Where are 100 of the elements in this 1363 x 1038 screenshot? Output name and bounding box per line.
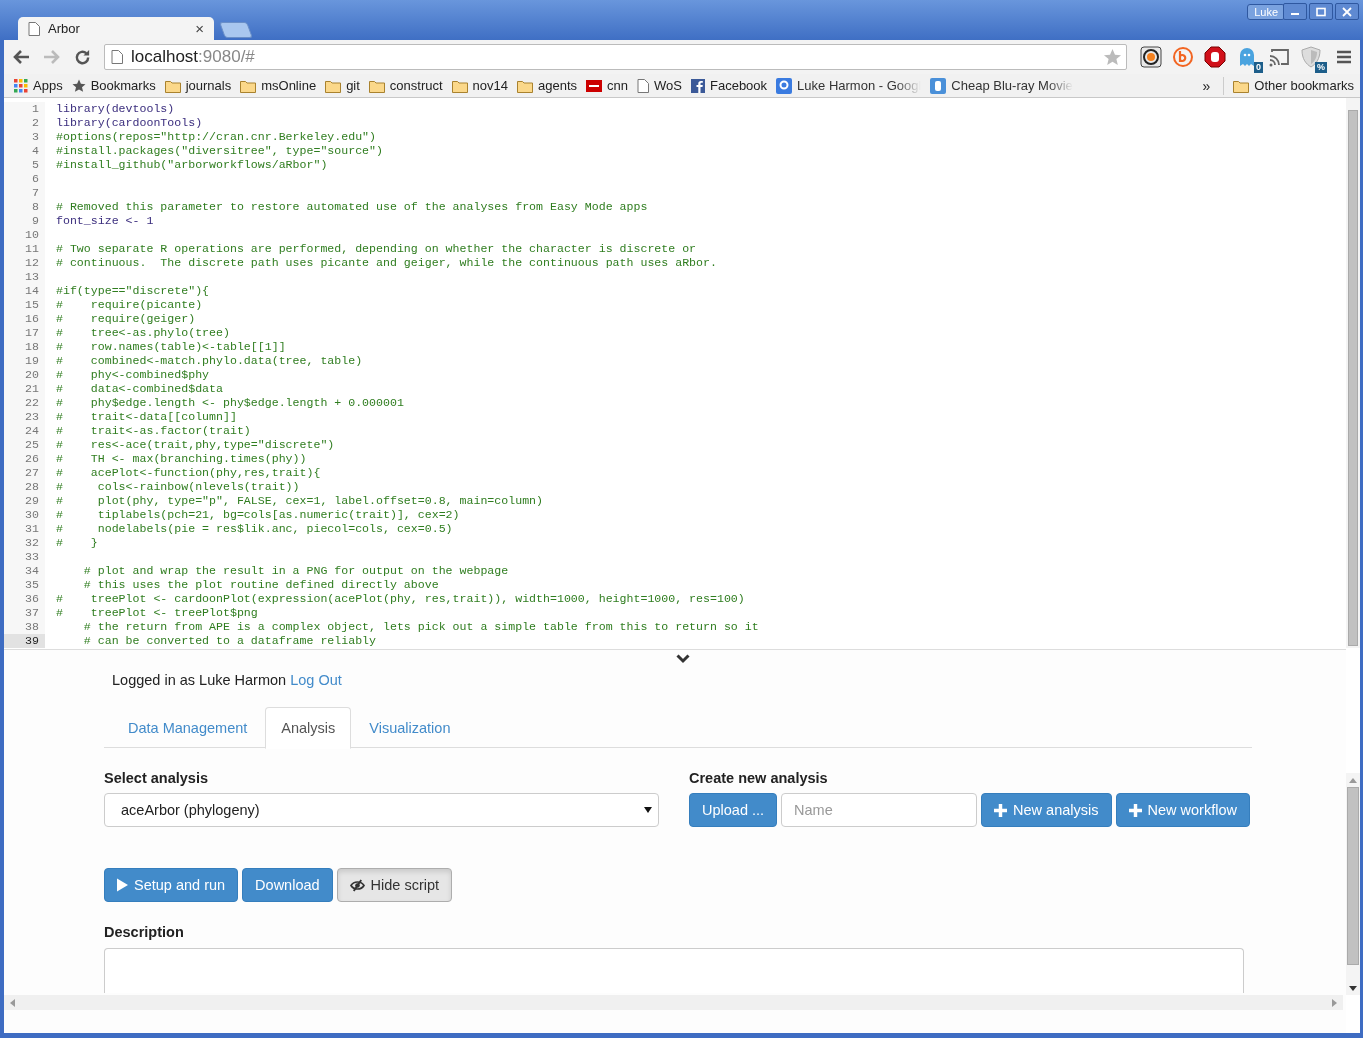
new-tab-button[interactable] bbox=[219, 22, 253, 38]
code-line: # plot and wrap the result in a PNG for output on the webpage bbox=[82, 564, 509, 578]
horizontal-scrollbar[interactable] bbox=[4, 995, 1343, 1010]
logout-link[interactable]: Log Out bbox=[290, 672, 342, 688]
apps-grid-icon bbox=[14, 78, 28, 93]
plus-icon bbox=[1128, 803, 1142, 817]
star-icon[interactable] bbox=[1103, 47, 1122, 67]
description-field[interactable] bbox=[104, 948, 1244, 993]
field-label: Description bbox=[104, 924, 185, 940]
code-line: # the return from APE is a complex object, lets pick out a simple table from this to return so it bbox=[82, 620, 759, 634]
bookmark[interactable]: Facebook bbox=[691, 78, 768, 93]
folder-icon bbox=[240, 78, 257, 93]
line-number: 8 bbox=[4, 200, 45, 214]
code-line: # res<-ace(trait,phy,type="discrete") bbox=[56, 438, 335, 452]
code-line: # Two separate R operations are performed, depending on whether the character is discrete or bbox=[56, 242, 697, 256]
line-number: 18 bbox=[4, 340, 45, 354]
section-heading: Create new analysis bbox=[689, 770, 829, 786]
bookmark[interactable]: Apps bbox=[14, 78, 63, 93]
line-number: 28 bbox=[4, 480, 45, 494]
line-number: 19 bbox=[4, 354, 45, 368]
hide-script-button[interactable]: Hide script bbox=[336, 868, 453, 902]
code-line: #if(type=="discrete"){ bbox=[56, 284, 210, 298]
code-line: # phy<-combined$phy bbox=[56, 368, 210, 382]
upload-button[interactable]: Upload ... bbox=[689, 793, 778, 827]
bookmark[interactable]: agents bbox=[517, 78, 578, 93]
bookmark[interactable]: construct bbox=[368, 78, 443, 93]
bookmark[interactable]: WoS bbox=[637, 78, 682, 93]
line-number: 6 bbox=[4, 172, 45, 186]
cast-icon[interactable] bbox=[1268, 46, 1290, 68]
line-number: 32 bbox=[4, 536, 45, 550]
menu-icon[interactable] bbox=[1336, 49, 1352, 65]
line-number: 27 bbox=[4, 466, 45, 480]
line-number: 39 bbox=[4, 634, 45, 648]
line-number: 14 bbox=[4, 284, 45, 298]
vertical-scrollbar[interactable] bbox=[1346, 773, 1360, 995]
line-number: 33 bbox=[4, 550, 45, 564]
code-line: # Removed this parameter to restore automated use of the analyses from Easy Mode apps bbox=[56, 200, 648, 214]
new-analysis-button[interactable]: New analysis bbox=[981, 793, 1112, 827]
code-line: # tree<-as.phylo(tree) bbox=[56, 326, 230, 340]
browser-tab[interactable]: Arbor × bbox=[18, 17, 214, 40]
line-number: 2 bbox=[4, 116, 45, 130]
bookmark[interactable]: msOnline bbox=[240, 78, 317, 93]
line-number: 15 bbox=[4, 298, 45, 312]
tab[interactable]: Data Management bbox=[112, 707, 264, 747]
analysis-dropdown[interactable]: aceArbor (phylogeny) bbox=[104, 793, 659, 827]
download-button[interactable]: Download bbox=[242, 868, 333, 902]
address-bar[interactable]: localhost:9080/# bbox=[104, 44, 1127, 70]
chevron-down-icon[interactable] bbox=[676, 654, 690, 664]
line-number: 25 bbox=[4, 438, 45, 452]
extension-icon[interactable] bbox=[1140, 46, 1162, 68]
setup-and-run-button[interactable]: Setup and run bbox=[104, 868, 239, 902]
close-icon[interactable]: × bbox=[195, 20, 204, 37]
new-workflow-button[interactable]: New workflow bbox=[1115, 793, 1250, 827]
bookmark-folder[interactable]: Other bookmarks bbox=[1233, 78, 1354, 93]
vertical-scrollbar[interactable] bbox=[1346, 98, 1360, 648]
line-number: 3 bbox=[4, 130, 45, 144]
code-line: # row.names(table)<-table[[1]] bbox=[56, 340, 286, 354]
line-number: 35 bbox=[4, 578, 45, 592]
line-number: 5 bbox=[4, 158, 45, 172]
back-icon[interactable] bbox=[12, 49, 30, 65]
line-number: 38 bbox=[4, 620, 45, 634]
folder-icon bbox=[325, 78, 342, 93]
code-line: # trait<-as.factor(trait) bbox=[56, 424, 251, 438]
bookmark[interactable]: cnn bbox=[586, 78, 629, 93]
code-line: font_size <- 1 bbox=[56, 214, 154, 228]
maximize-button[interactable] bbox=[1309, 3, 1333, 20]
name-field[interactable]: Name bbox=[781, 793, 978, 827]
close-button[interactable] bbox=[1335, 3, 1359, 20]
folder-icon bbox=[1233, 78, 1250, 93]
code-line: # combined<-match.phylo.data(tree, table) bbox=[56, 354, 363, 368]
line-number: 1 bbox=[4, 102, 45, 116]
bookmark[interactable]: Bookmarks bbox=[71, 78, 156, 93]
line-number: 26 bbox=[4, 452, 45, 466]
tab[interactable]: Visualization bbox=[353, 707, 467, 747]
count-badge: % bbox=[1315, 62, 1327, 73]
code-line: #install.packages("diversitree", type="source") bbox=[56, 144, 383, 158]
tab-title: Arbor bbox=[48, 21, 81, 36]
blog-icon bbox=[930, 77, 947, 94]
field-label: Select analysis bbox=[104, 770, 209, 786]
tab[interactable]: Analysis bbox=[265, 707, 352, 749]
stop-sign-icon[interactable] bbox=[1204, 46, 1226, 68]
login-status: Logged in as Luke Harmon bbox=[112, 672, 287, 688]
line-number: 11 bbox=[4, 242, 45, 256]
code-line: # continuous. The discrete path uses picante and geiger, while the continuous path uses aRbor. bbox=[56, 256, 717, 270]
minimize-button[interactable] bbox=[1283, 3, 1307, 20]
more-bookmarks-button[interactable]: » bbox=[1202, 77, 1211, 94]
plus-icon bbox=[994, 803, 1008, 817]
code-line: library(cardoonTools) bbox=[56, 116, 203, 130]
bookmark[interactable]: nov14 bbox=[451, 78, 509, 93]
code-line: # trait<-data[[column]] bbox=[56, 410, 237, 424]
page-icon bbox=[637, 78, 650, 93]
line-number: 16 bbox=[4, 312, 45, 326]
line-number: 13 bbox=[4, 270, 45, 284]
bookmark[interactable]: journals bbox=[164, 78, 232, 93]
line-number: 21 bbox=[4, 382, 45, 396]
play-icon bbox=[117, 878, 128, 892]
code-line: # require(geiger) bbox=[56, 312, 196, 326]
code-line: #options(repos="http://cran.cnr.Berkeley.edu") bbox=[56, 130, 377, 144]
bookmark[interactable]: git bbox=[325, 78, 360, 93]
reload-icon[interactable] bbox=[74, 48, 91, 66]
